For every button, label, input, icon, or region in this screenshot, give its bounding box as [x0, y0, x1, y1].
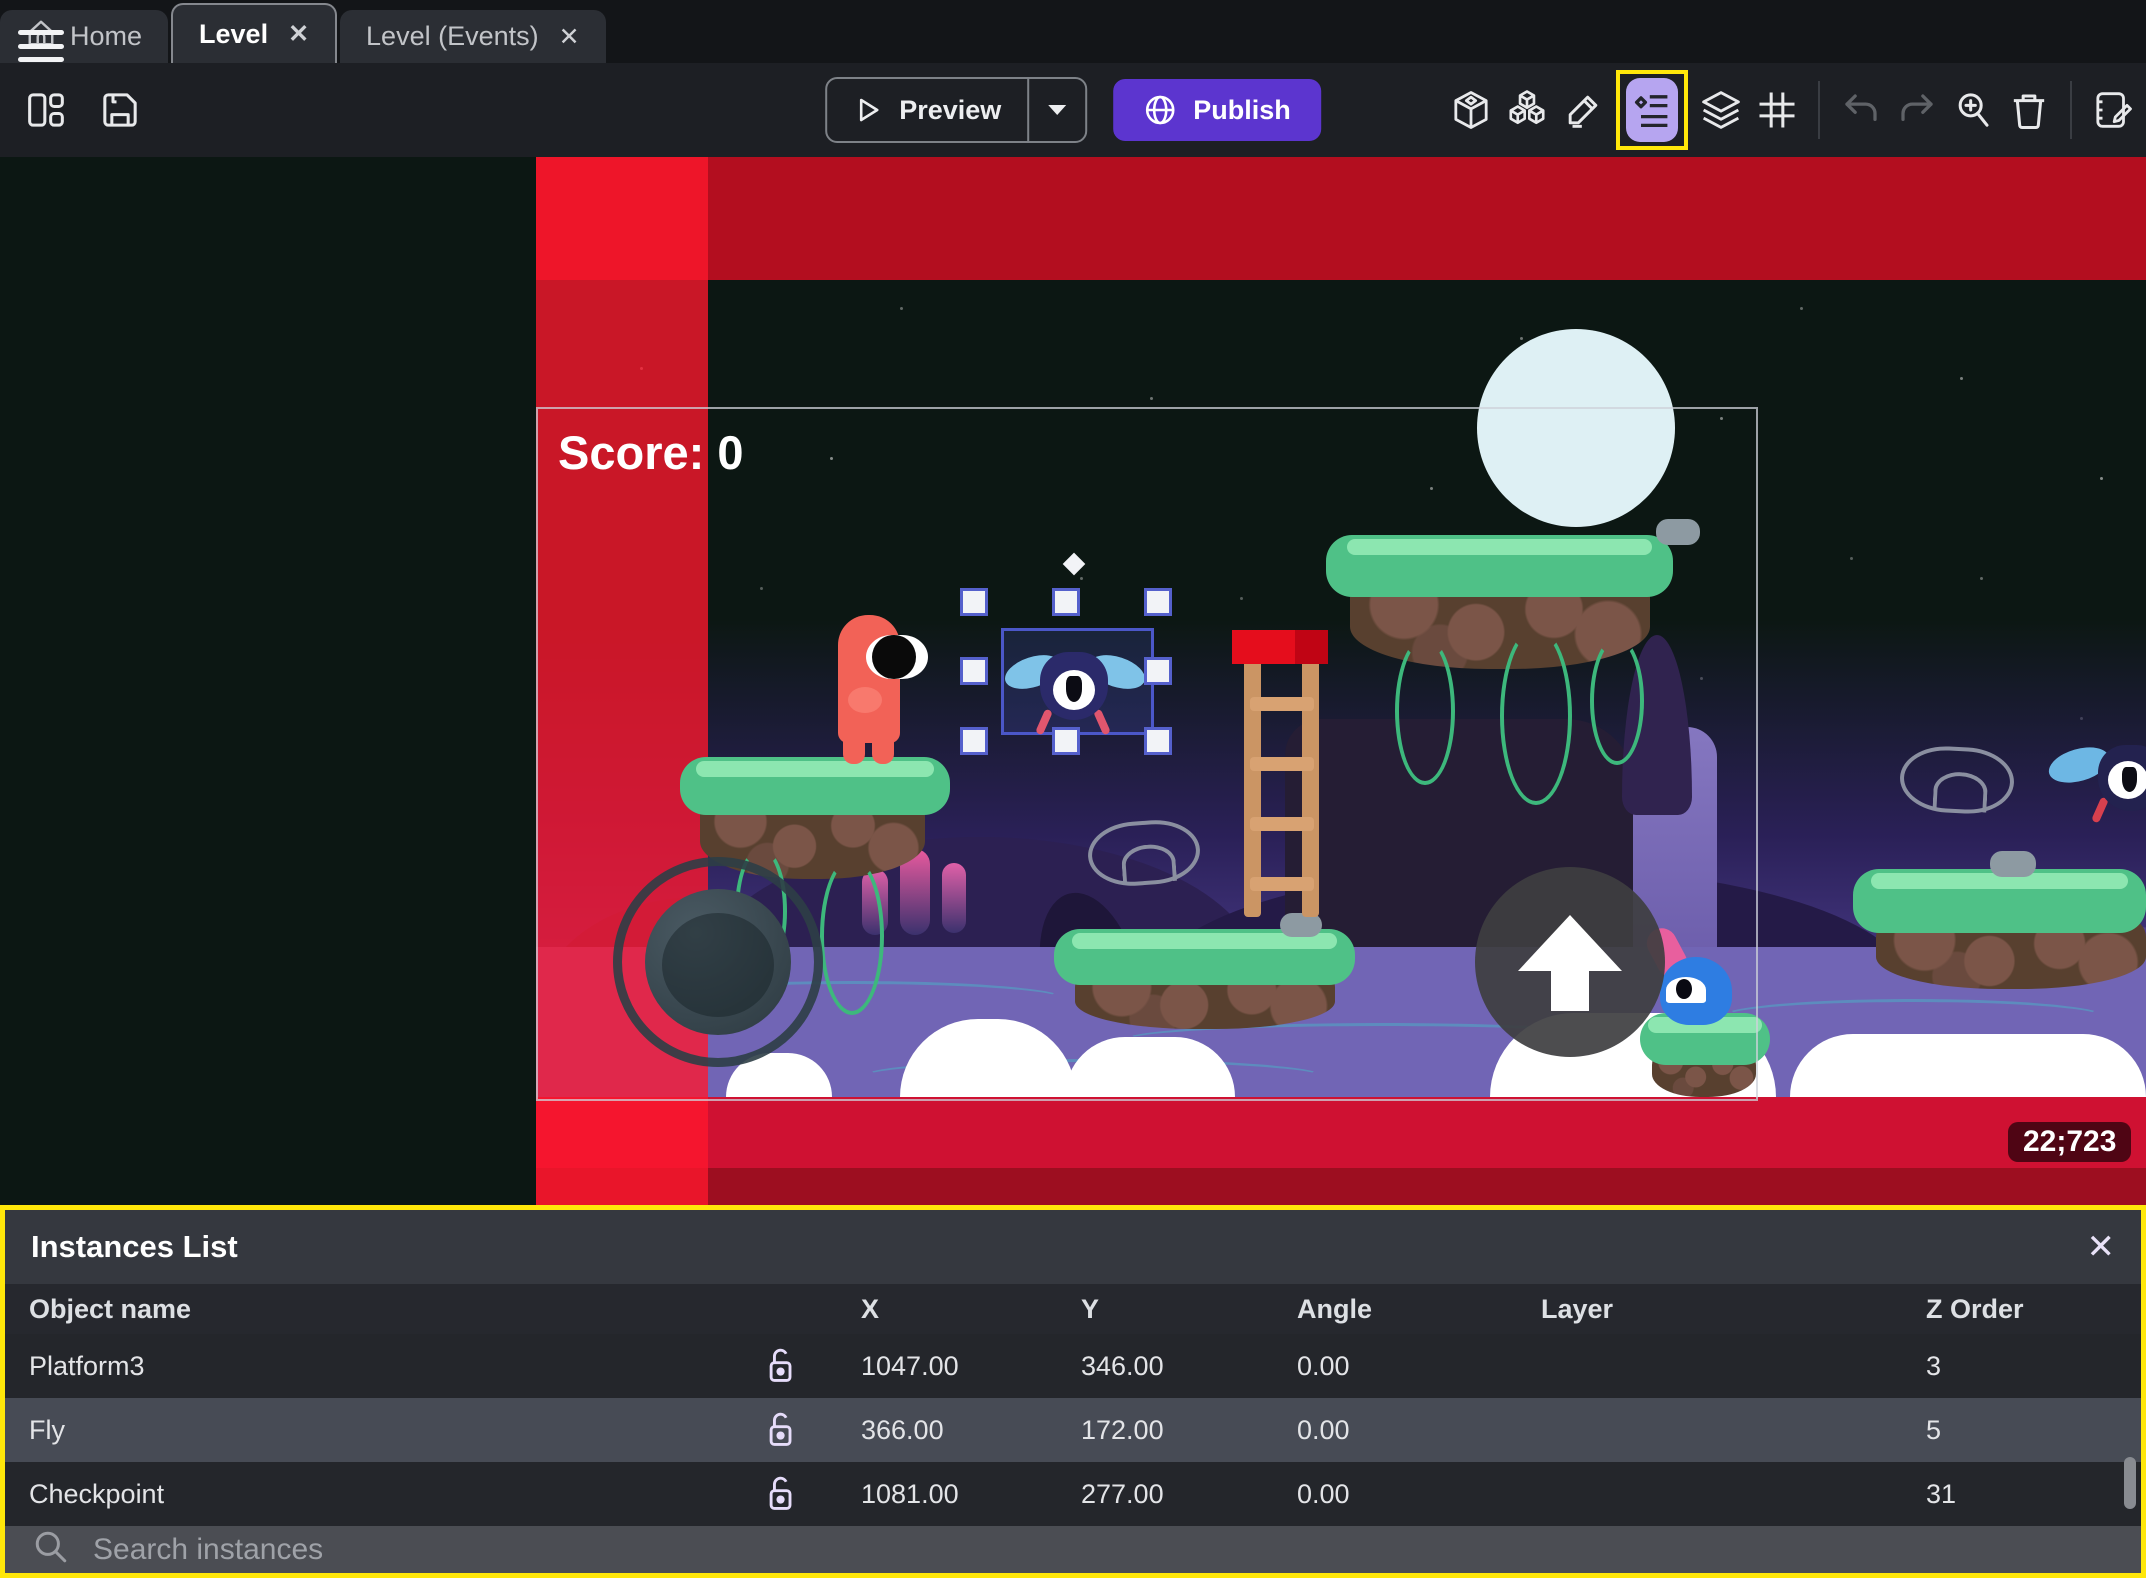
lock-icon[interactable]	[735, 1474, 825, 1514]
cloud	[1790, 1034, 2146, 1097]
red-zone-top	[536, 157, 2146, 280]
instances-panel-title: Instances List	[31, 1229, 238, 1264]
save-icon[interactable]	[96, 86, 144, 134]
redo-icon[interactable]	[1894, 86, 1940, 134]
instances-list-icon[interactable]	[1626, 78, 1678, 142]
scene-canvas[interactable]: Score: 0 22;723	[0, 157, 2146, 1205]
search-icon	[33, 1529, 69, 1570]
tab-level-events[interactable]: Level (Events) ✕	[340, 10, 606, 63]
toolbar: Preview Publish	[0, 63, 2146, 157]
edit-scene-icon[interactable]	[1560, 86, 1606, 134]
tab-close-icon[interactable]: ✕	[282, 19, 309, 49]
tab-bar: Home Level ✕ Level (Events) ✕	[0, 0, 2146, 63]
tab-label: Home	[70, 21, 143, 51]
add-object-icon[interactable]	[1448, 86, 1494, 134]
preview-dropdown-button[interactable]	[1027, 79, 1085, 141]
col-z-order: Z Order	[1926, 1293, 2024, 1324]
instances-list-annotation	[1616, 70, 1688, 150]
grid-icon[interactable]	[1754, 86, 1800, 134]
search-input[interactable]	[91, 1531, 1595, 1568]
instances-panel-header: Instances List ✕	[5, 1210, 2141, 1284]
zoom-in-icon[interactable]	[1950, 86, 1996, 134]
globe-icon	[1145, 95, 1175, 125]
lock-icon[interactable]	[735, 1346, 825, 1386]
rock	[1990, 851, 2036, 877]
main-menu-button[interactable]	[18, 30, 64, 62]
search-bar	[5, 1526, 2141, 1573]
starfield	[0, 157, 3, 160]
water-line	[1720, 999, 2106, 1035]
tab-label: Level	[199, 18, 269, 49]
delete-icon[interactable]	[2006, 86, 2052, 134]
panel-scrollbar[interactable]	[2124, 1457, 2136, 1509]
col-layer: Layer	[1541, 1293, 1614, 1324]
col-angle: Angle	[1297, 1293, 1373, 1324]
table-row[interactable]: Platform3 1047.00 346.00 0.00 3	[5, 1334, 2141, 1398]
play-icon	[859, 98, 879, 122]
lock-icon[interactable]	[735, 1410, 825, 1450]
score-text: Score: 0	[558, 426, 744, 479]
instances-list-panel: Instances List ✕ Object name X Y Angle L…	[0, 1205, 2146, 1578]
toggle-panels-icon[interactable]	[22, 86, 70, 134]
layers-icon[interactable]	[1698, 86, 1744, 134]
instances-table-header: Object name X Y Angle Layer Z Order	[5, 1284, 2141, 1334]
preview-button[interactable]: Preview	[827, 95, 1027, 126]
tab-close-icon[interactable]: ✕	[553, 22, 580, 52]
undo-icon[interactable]	[1838, 86, 1884, 134]
col-x: X	[861, 1293, 880, 1324]
table-row[interactable]: Checkpoint 1081.00 277.00 0.00 31	[5, 1462, 2141, 1526]
scene-properties-icon[interactable]	[2090, 86, 2136, 134]
gdevelop-editor: Home Level ✕ Level (Events) ✕ Preview Pu…	[0, 0, 2146, 1578]
tab-level[interactable]: Level ✕	[171, 3, 338, 63]
col-y: Y	[1081, 1293, 1100, 1324]
close-icon[interactable]: ✕	[2087, 1227, 2116, 1267]
tab-label: Level (Events)	[366, 21, 539, 51]
chevron-down-icon	[1048, 105, 1067, 115]
red-zone-bottom-dark	[536, 1168, 2146, 1205]
table-row-selected[interactable]: Fly 366.00 172.00 0.00 5	[5, 1398, 2141, 1462]
col-object-name: Object name	[29, 1293, 192, 1324]
cursor-position-badge: 22;723	[2008, 1122, 2132, 1162]
preview-button-group: Preview	[825, 77, 1088, 143]
publish-button[interactable]: Publish	[1113, 79, 1321, 141]
object-groups-icon[interactable]	[1504, 86, 1550, 134]
